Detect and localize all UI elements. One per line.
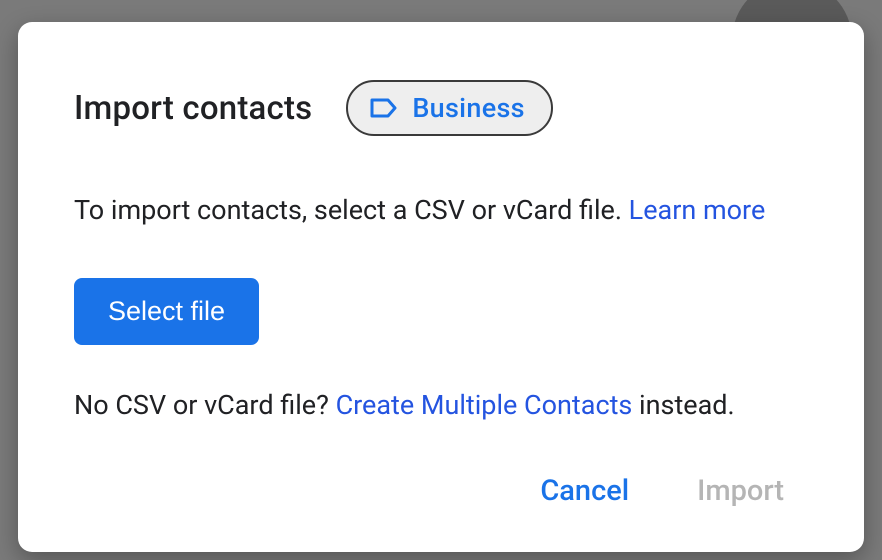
cancel-button[interactable]: Cancel (540, 470, 629, 512)
label-chip-business[interactable]: Business (346, 80, 553, 136)
alternative-text: No CSV or vCard file? Create Multiple Co… (74, 387, 808, 425)
dialog-header: Import contacts Business (74, 80, 808, 136)
label-chip-text: Business (412, 92, 525, 124)
label-icon (370, 97, 398, 119)
import-button: Import (697, 470, 784, 512)
instruction-text: To import contacts, select a CSV or vCar… (74, 192, 808, 230)
alt-prefix: No CSV or vCard file? (74, 389, 336, 421)
alt-suffix: instead. (632, 389, 734, 421)
instruction-prefix: To import contacts, select a CSV or vCar… (74, 194, 629, 226)
learn-more-link[interactable]: Learn more (629, 194, 766, 226)
create-multiple-contacts-link[interactable]: Create Multiple Contacts (336, 389, 633, 421)
import-contacts-dialog: Import contacts Business To import conta… (18, 22, 864, 552)
dialog-actions: Cancel Import (74, 450, 808, 512)
dialog-title: Import contacts (74, 89, 312, 128)
select-file-button[interactable]: Select file (74, 278, 259, 345)
